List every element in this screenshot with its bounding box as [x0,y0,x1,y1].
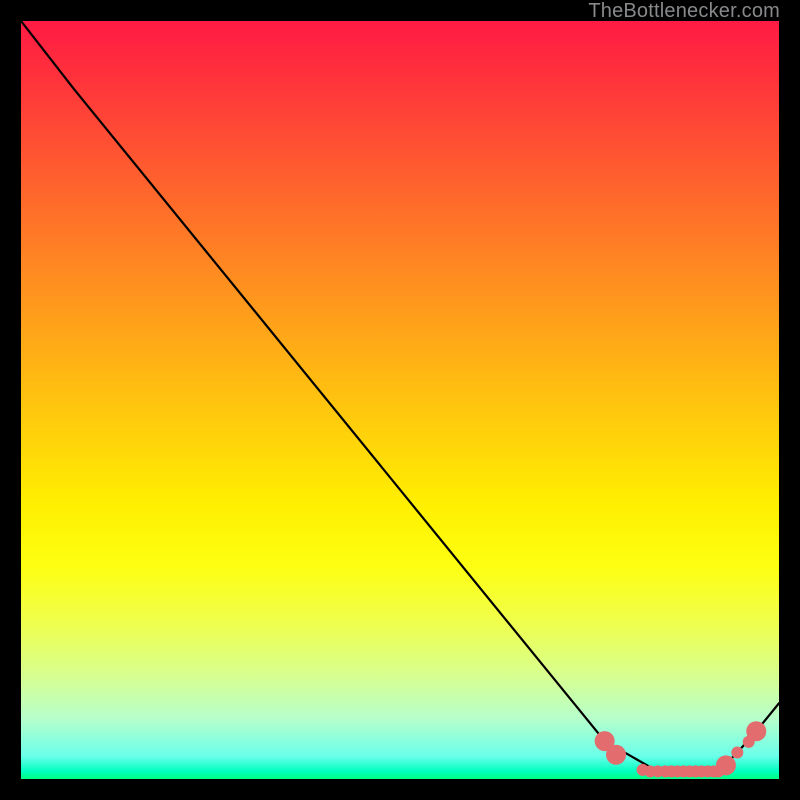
gradient-background [21,21,779,779]
watermark-text: TheBottlenecker.com [588,0,780,23]
bottleneck-chart: TheBottlenecker.com [0,0,800,800]
